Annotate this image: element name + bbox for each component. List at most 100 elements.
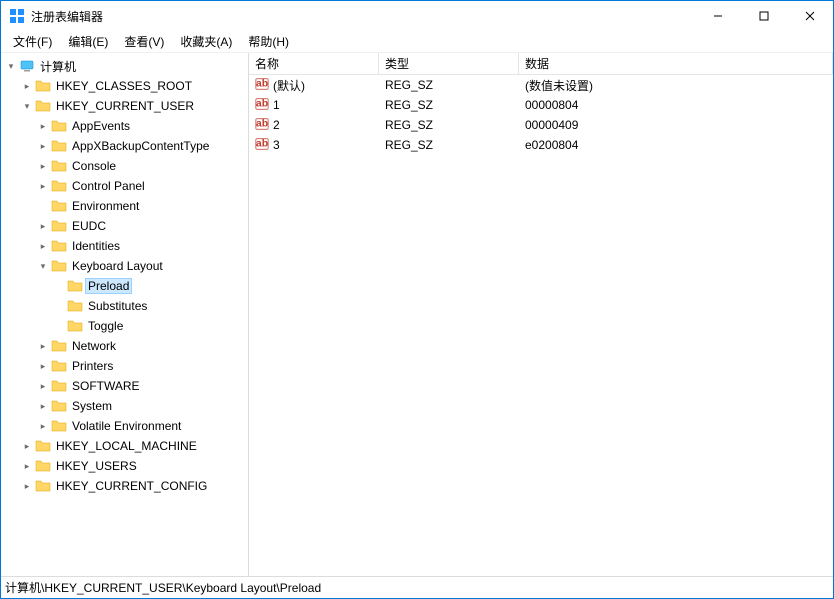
tree-key-volatile[interactable]: ▸ Volatile Environment <box>1 416 248 436</box>
string-value-icon: ab <box>255 137 269 154</box>
folder-icon <box>35 438 51 454</box>
value-name: 1 <box>273 98 280 112</box>
tree-key-software[interactable]: ▸ SOFTWARE <box>1 376 248 396</box>
chevron-right-icon[interactable]: ▸ <box>21 440 33 452</box>
chevron-right-icon[interactable]: ▸ <box>37 160 49 172</box>
chevron-right-icon[interactable]: ▸ <box>37 180 49 192</box>
tree-label: Console <box>70 159 118 173</box>
app-icon <box>9 8 25 24</box>
chevron-down-icon[interactable]: ▾ <box>21 100 33 112</box>
tree-label: 计算机 <box>38 58 78 75</box>
chevron-right-icon[interactable]: ▸ <box>37 360 49 372</box>
value-name: (默认) <box>273 77 305 94</box>
tree-key-printers[interactable]: ▸ Printers <box>1 356 248 376</box>
value-name: 3 <box>273 138 280 152</box>
list-body[interactable]: ab(默认) REG_SZ (数值未设置) ab1 REG_SZ 0000080… <box>249 75 833 576</box>
column-header-type[interactable]: 类型 <box>379 53 519 74</box>
tree-key-keyboardlayout[interactable]: ▾ Keyboard Layout <box>1 256 248 276</box>
value-type: REG_SZ <box>385 118 433 132</box>
tree-hive-hkcr[interactable]: ▸ HKEY_CLASSES_ROOT <box>1 76 248 96</box>
tree-key-system[interactable]: ▸ System <box>1 396 248 416</box>
chevron-right-icon[interactable]: ▸ <box>37 140 49 152</box>
menu-edit[interactable]: 编辑(E) <box>60 31 116 52</box>
string-value-icon: ab <box>255 97 269 114</box>
tree-label: SOFTWARE <box>70 379 142 393</box>
chevron-right-icon[interactable]: ▸ <box>21 80 33 92</box>
tree-label: Control Panel <box>70 179 147 193</box>
svg-text:ab: ab <box>256 77 268 89</box>
computer-icon <box>19 58 35 74</box>
chevron-down-icon[interactable]: ▾ <box>37 260 49 272</box>
tree-label: Volatile Environment <box>70 419 183 433</box>
column-header-data[interactable]: 数据 <box>519 53 833 74</box>
window-title: 注册表编辑器 <box>31 8 103 25</box>
chevron-right-icon[interactable]: ▸ <box>37 420 49 432</box>
menu-file[interactable]: 文件(F) <box>5 31 60 52</box>
tree-key-preload[interactable]: ▸Preload <box>1 276 248 296</box>
chevron-right-icon[interactable]: ▸ <box>37 400 49 412</box>
folder-icon <box>35 98 51 114</box>
tree-label: Toggle <box>86 319 125 333</box>
chevron-right-icon[interactable]: ▸ <box>37 240 49 252</box>
folder-icon <box>51 378 67 394</box>
list-row[interactable]: ab2 REG_SZ 00000409 <box>249 115 833 135</box>
list-row[interactable]: ab3 REG_SZ e0200804 <box>249 135 833 155</box>
string-value-icon: ab <box>255 77 269 94</box>
list-row[interactable]: ab1 REG_SZ 00000804 <box>249 95 833 115</box>
status-bar: 计算机\HKEY_CURRENT_USER\Keyboard Layout\Pr… <box>1 576 833 598</box>
tree-label: Printers <box>70 359 115 373</box>
status-path: 计算机\HKEY_CURRENT_USER\Keyboard Layout\Pr… <box>5 579 321 596</box>
tree-key-substitutes[interactable]: ▸Substitutes <box>1 296 248 316</box>
chevron-right-icon[interactable]: ▸ <box>37 380 49 392</box>
tree-hive-hklm[interactable]: ▸ HKEY_LOCAL_MACHINE <box>1 436 248 456</box>
tree-key-appxbackup[interactable]: ▸ AppXBackupContentType <box>1 136 248 156</box>
chevron-right-icon[interactable]: ▸ <box>37 120 49 132</box>
tree-key-controlpanel[interactable]: ▸ Control Panel <box>1 176 248 196</box>
value-type: REG_SZ <box>385 78 433 92</box>
folder-icon <box>51 358 67 374</box>
tree-key-environment[interactable]: ▸Environment <box>1 196 248 216</box>
list-row[interactable]: ab (默认) REG_SZ (数值未设置) <box>249 75 833 95</box>
tree-label: System <box>70 399 114 413</box>
value-name: 2 <box>273 118 280 132</box>
tree-label: HKEY_CURRENT_CONFIG <box>54 479 209 493</box>
tree-key-appevents[interactable]: ▸AppEvents <box>1 116 248 136</box>
folder-icon <box>51 118 67 134</box>
tree-key-network[interactable]: ▸Network <box>1 336 248 356</box>
main-content: ▾ 计算机 ▸ HKEY_CLASSES_ROOT ▾ HKEY_CURRENT… <box>1 53 833 576</box>
tree-label: AppXBackupContentType <box>70 139 211 153</box>
menu-favorites[interactable]: 收藏夹(A) <box>172 31 240 52</box>
tree-root-computer[interactable]: ▾ 计算机 <box>1 56 248 76</box>
tree-hive-hkcu[interactable]: ▾ HKEY_CURRENT_USER <box>1 96 248 116</box>
tree-key-identities[interactable]: ▸Identities <box>1 236 248 256</box>
tree-label: Keyboard Layout <box>70 259 165 273</box>
value-data: 00000409 <box>525 118 578 132</box>
chevron-down-icon[interactable]: ▾ <box>5 60 17 72</box>
tree-key-console[interactable]: ▸ Console <box>1 156 248 176</box>
folder-icon <box>51 198 67 214</box>
tree-panel[interactable]: ▾ 计算机 ▸ HKEY_CLASSES_ROOT ▾ HKEY_CURRENT… <box>1 53 249 576</box>
close-button[interactable] <box>787 1 833 31</box>
column-header-name[interactable]: 名称 <box>249 53 379 74</box>
minimize-button[interactable] <box>695 1 741 31</box>
value-list-panel: 名称 类型 数据 ab(默认) REG_SZ (数值未设置) ab1 REG_S… <box>249 53 833 576</box>
tree-label: EUDC <box>70 219 108 233</box>
tree-label: HKEY_LOCAL_MACHINE <box>54 439 199 453</box>
chevron-right-icon[interactable]: ▸ <box>21 460 33 472</box>
menu-help[interactable]: 帮助(H) <box>240 31 297 52</box>
maximize-button[interactable] <box>741 1 787 31</box>
chevron-right-icon[interactable]: ▸ <box>37 340 49 352</box>
menu-view[interactable]: 查看(V) <box>116 31 172 52</box>
tree-key-eudc[interactable]: ▸ EUDC <box>1 216 248 236</box>
chevron-right-icon[interactable]: ▸ <box>21 480 33 492</box>
tree-label: HKEY_CURRENT_USER <box>54 99 196 113</box>
title-bar: 注册表编辑器 <box>1 1 833 31</box>
value-data: (数值未设置) <box>525 77 593 94</box>
value-type: REG_SZ <box>385 138 433 152</box>
tree-key-toggle[interactable]: ▸Toggle <box>1 316 248 336</box>
folder-icon <box>67 318 83 334</box>
chevron-right-icon[interactable]: ▸ <box>37 220 49 232</box>
tree-hive-hku[interactable]: ▸HKEY_USERS <box>1 456 248 476</box>
tree-hive-hkcc[interactable]: ▸ HKEY_CURRENT_CONFIG <box>1 476 248 496</box>
tree-label: Substitutes <box>86 299 149 313</box>
